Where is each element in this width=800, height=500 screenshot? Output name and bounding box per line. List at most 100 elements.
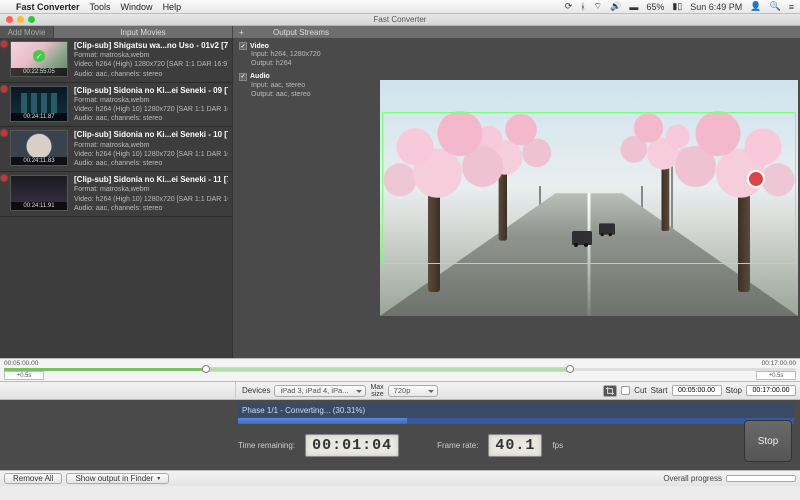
clock[interactable]: Sun 6:49 PM: [690, 2, 742, 12]
traffic-lights: [6, 16, 35, 23]
progress-panel: Phase 1/1 - Converting... (30.31%) Time …: [0, 400, 800, 470]
menu-tools[interactable]: Tools: [90, 2, 111, 12]
preview-image[interactable]: [380, 80, 798, 316]
checkbox-icon[interactable]: ✓: [239, 42, 247, 50]
remove-all-button[interactable]: Remove All: [4, 473, 62, 484]
menu-window[interactable]: Window: [121, 2, 153, 12]
cut-checkbox[interactable]: [621, 386, 630, 395]
movie-item[interactable]: 00:24:11.83[Clip-sub] Sidonia no Ki...ei…: [0, 127, 232, 172]
cut-label: Cut: [634, 386, 646, 395]
menu-help[interactable]: Help: [163, 2, 182, 12]
crop-button[interactable]: [603, 385, 617, 397]
battery-icon[interactable]: ▮▯: [672, 1, 682, 12]
add-movie-button[interactable]: Add Movie: [0, 26, 54, 38]
user-icon[interactable]: 👤: [750, 1, 761, 12]
progress-bar: [238, 418, 794, 424]
chevron-down-icon: ▾: [157, 475, 160, 482]
record-indicator-icon: [1, 175, 7, 181]
stop-button[interactable]: Stop: [744, 420, 792, 462]
column-headers: Add Movie Input Movies + Output Streams: [0, 26, 800, 38]
thumbnail[interactable]: 00:24:11.91: [10, 175, 68, 211]
movie-format: Format: matroska,webm: [74, 51, 228, 60]
movie-audio: Audio: aac, channels: stereo: [74, 159, 228, 168]
stop-label: Stop: [726, 386, 742, 395]
duration-label: 00:24:11.91: [11, 202, 67, 210]
maxsize-dropdown[interactable]: 720p: [388, 385, 438, 397]
menu-extra-icon[interactable]: ≡: [789, 2, 794, 12]
thumbnail[interactable]: 00:24:11.83: [10, 130, 68, 166]
timeline-start-label: 00:05:00.00: [4, 360, 38, 367]
timeline-track[interactable]: [4, 368, 796, 371]
stream-audio-output: Output: aac, stereo: [239, 90, 372, 99]
thumbnail[interactable]: ✓00:22:55.05: [10, 41, 68, 77]
record-indicator-icon: [1, 130, 7, 136]
movie-video: Video: h264 (High 10) 1280x720 [SAR 1:1 …: [74, 195, 228, 204]
maxsize-label2: size: [370, 391, 383, 398]
add-stream-button[interactable]: +: [239, 28, 244, 37]
record-indicator-icon: [1, 41, 7, 47]
app-menu[interactable]: Fast Converter: [16, 2, 80, 12]
show-output-button[interactable]: Show output in Finder ▾: [66, 473, 169, 484]
devices-dropdown[interactable]: iPad 3, iPad 4, iPa...: [274, 385, 366, 397]
devices-label: Devices: [242, 386, 270, 395]
bluetooth-icon[interactable]: ᚼ: [580, 2, 585, 12]
movie-audio: Audio: aac, channels: stereo: [74, 70, 228, 79]
thumbnail[interactable]: 00:24:11.87: [10, 86, 68, 122]
sync-icon[interactable]: ⟳: [565, 1, 573, 12]
maxsize-label: Max: [370, 384, 383, 391]
stop-time-field[interactable]: 00:17:00.00: [746, 385, 796, 396]
duration-label: 00:24:11.87: [11, 113, 67, 121]
checkmark-icon: ✓: [33, 50, 45, 62]
in-point-handle[interactable]: [202, 365, 210, 373]
wifi-icon[interactable]: ⌔: [594, 1, 602, 12]
input-movies-header: Input Movies: [54, 26, 232, 38]
bottom-bar: Remove All Show output in Finder ▾ Overa…: [0, 470, 800, 486]
frame-rate-label: Frame rate:: [437, 441, 478, 450]
movie-video: Video: h264 (High) 1280x720 [SAR 1:1 DAR…: [74, 60, 228, 69]
stream-audio-input: Input: aac, stereo: [239, 81, 372, 90]
stream-video-row[interactable]: ✓ Video: [239, 42, 372, 50]
stream-video-output: Output: h264: [239, 59, 372, 68]
movie-item[interactable]: 00:24:11.87 [Clip-sub] Sidonia no Ki...ei…: [0, 83, 232, 128]
overall-progress-label: Overall progress: [663, 474, 722, 483]
start-label: Start: [651, 386, 668, 395]
movie-video: Video: h264 (High 10) 1280x720 [SAR 1:1 …: [74, 150, 228, 159]
stream-video-label: Video: [250, 43, 269, 50]
preview-pane: [378, 38, 800, 358]
battery-text: 65%: [646, 2, 664, 12]
step-left[interactable]: +0.5s: [4, 371, 44, 380]
stream-audio-label: Audio: [250, 73, 270, 80]
volume-icon[interactable]: 🔊: [610, 1, 621, 12]
record-indicator-icon: [1, 86, 7, 92]
minimize-window-button[interactable]: [17, 16, 24, 23]
step-right[interactable]: +0.5s: [756, 371, 796, 380]
movie-format: Format: matroska,webm: [74, 141, 228, 150]
checkbox-icon[interactable]: ✓: [239, 73, 247, 81]
movie-format: Format: matroska,webm: [74, 96, 228, 105]
fps-label: fps: [552, 441, 563, 450]
movie-title: [Clip-sub] Shigatsu wa...no Uso - 01v2 […: [74, 41, 228, 51]
time-remaining-lcd: 00:01:04: [305, 434, 399, 457]
time-remaining-label: Time remaining:: [238, 441, 295, 450]
start-time-field[interactable]: 00:05:00.00: [672, 385, 722, 396]
mac-menubar: Fast Converter Tools Window Help ⟳ ᚼ ⌔ 🔊…: [0, 0, 800, 14]
flag-icon[interactable]: ▬: [629, 2, 638, 12]
frame-rate-lcd: 40.1: [488, 434, 542, 457]
movie-item[interactable]: 00:24:11.91 [Clip-sub] Sidonia no Ki...ei…: [0, 172, 232, 217]
main-area: ✓00:22:55.05 [Clip-sub] Shigatsu wa...no …: [0, 38, 800, 358]
duration-label: 00:24:11.83: [11, 157, 67, 165]
spotlight-icon[interactable]: 🔍: [770, 1, 781, 12]
close-window-button[interactable]: [6, 16, 13, 23]
stream-audio-row[interactable]: ✓ Audio: [239, 73, 372, 81]
movie-title: [Clip-sub] Sidonia no Ki...ei Seneki - 1…: [74, 175, 228, 185]
window-titlebar[interactable]: Fast Converter: [0, 14, 800, 26]
crop-overlay[interactable]: [382, 112, 796, 264]
selection-range[interactable]: [202, 367, 574, 372]
stream-video-input: Input: h264, 1280x720: [239, 50, 372, 59]
movie-item[interactable]: ✓00:22:55.05 [Clip-sub] Shigatsu wa...no …: [0, 38, 232, 83]
zoom-window-button[interactable]: [28, 16, 35, 23]
movie-title: [Clip-sub] Sidonia no Ki...ei Seneki - 0…: [74, 86, 228, 96]
timeline[interactable]: 00:05:00.00 00:17:00.00 +0.5s +0.5s: [0, 358, 800, 382]
overall-progress-bar: [726, 475, 796, 482]
phase-label: Phase 1/1 - Converting... (30.31%): [238, 404, 794, 417]
